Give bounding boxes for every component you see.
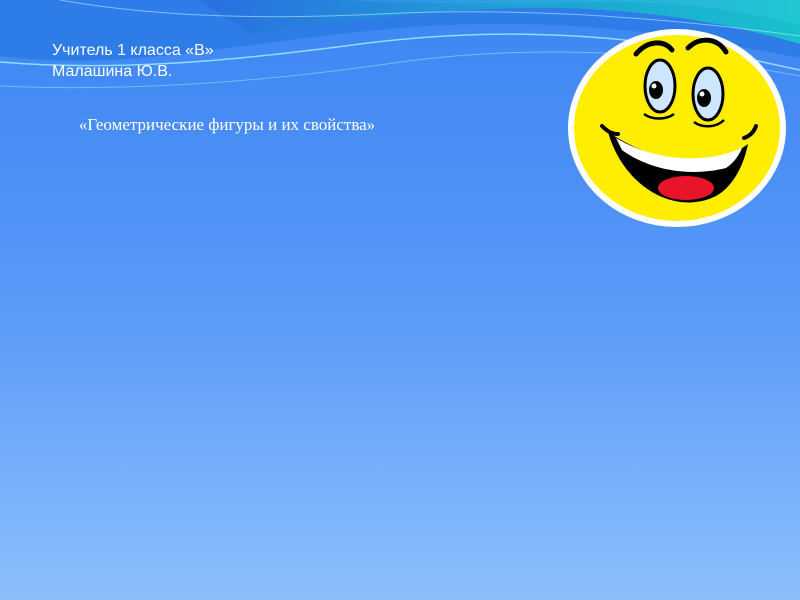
author-block: Учитель 1 класса «В» Малашина Ю.В. <box>52 40 214 82</box>
teacher-line: Учитель 1 класса «В» <box>52 42 214 59</box>
slide-title: «Геометрические фигуры и их свойства» <box>78 115 376 134</box>
author-name: Малашина Ю.В. <box>52 63 173 80</box>
smiley-face-icon <box>568 29 786 227</box>
presentation-slide: Учитель 1 класса «В» Малашина Ю.В. «Геом… <box>0 0 800 600</box>
